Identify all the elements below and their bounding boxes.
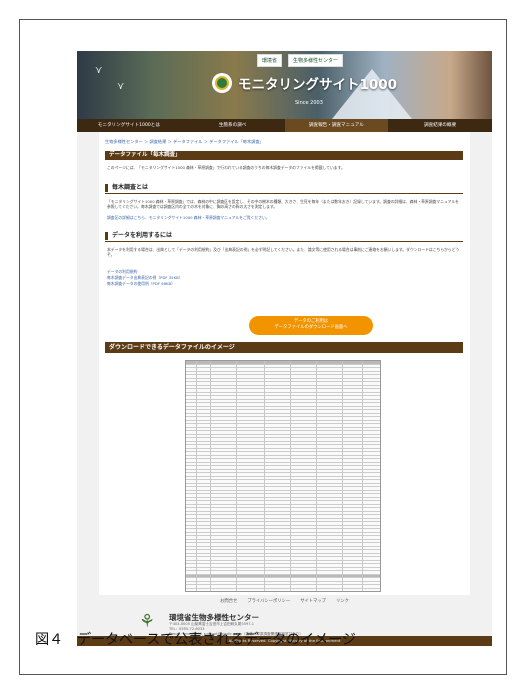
usage-example-link[interactable]: 毎木調査データの使用例（PDF 98KB） [107,281,175,286]
footer-link-privacy[interactable]: プライバシーポリシー [247,595,290,609]
section-divider [105,241,463,242]
site-logo[interactable]: モニタリングサイト1000 [212,73,397,93]
download-button-line2: データファイルのダウンロード画面へ [274,325,348,330]
moe-logo[interactable]: 環境省 [257,54,283,67]
section-heading-survey: 毎木調査とは [105,184,148,192]
bird-icon: ⋎ [95,65,103,76]
survey-description: 「モニタリングサイト1000 森林・草原調査」では、森林の中に調査区を設定し、そ… [107,199,459,210]
nav-item-results[interactable]: 調査結果の概要 [388,119,492,132]
download-button[interactable]: データのご利用は データファイルのダウンロード画面へ [249,316,373,335]
page-title: データファイル「毎木調査」 [105,151,463,160]
bird-icon: ⋎ [117,81,125,92]
section-heading-usage: データを利用するには [105,232,172,240]
usage-description: 本データを利用する場合は、出典として「データの利用規約」及び「出典表記の例」を必… [107,247,460,258]
biodiversity-center-logo[interactable]: 生物多様性センター [288,54,344,67]
nav-item-about[interactable]: モニタリングサイト1000とは [77,119,181,132]
eye-logo-icon [212,73,232,93]
nav-item-ecosystems[interactable]: 生態系の調べ [181,119,285,132]
header-banner: ⋎ ⋎ 環境省 生物多様性センター モニタリングサイト1000 Since 20… [77,51,492,119]
footer-link-contact[interactable]: お問合せ [220,595,237,609]
intro-text: このページには、「モニタリングサイト1000 森林・草原調査」で行われている調査… [107,165,345,170]
site-since: Since 2003 [295,100,323,106]
citation-example-link[interactable]: 毎木調査データ出典表記の例（PDF 35KB） [107,275,182,280]
breadcrumb[interactable]: 生物多様性センター ＞ 調査結果 ＞ データファイル ＞ データファイル「毎木調… [105,139,264,145]
section-divider [105,193,463,194]
spreadsheet-image [185,360,381,592]
main-content: 生物多様性センター ＞ 調査結果 ＞ データファイル ＞ データファイル「毎木調… [99,132,470,595]
figure-frame: ⋎ ⋎ 環境省 生物多様性センター モニタリングサイト1000 Since 20… [19,19,507,675]
survey-manual-link[interactable]: 調査区の詳細はこちら、モニタリングサイト1000 森林・草原調査マニュアルをご覧… [107,215,270,220]
website-screenshot: ⋎ ⋎ 環境省 生物多様性センター モニタリングサイト1000 Since 20… [77,51,492,646]
footer-link-links[interactable]: リンク [336,595,349,609]
terms-link[interactable]: データの利用規約 [107,269,137,274]
image-section-heading: ダウンロードできるデータファイルのイメージ [105,342,463,353]
site-title: モニタリングサイト1000 [238,77,398,93]
footer-link-sitemap[interactable]: サイトマップ [300,595,326,609]
global-nav: モニタリングサイト1000とは 生態系の調べ 調査報告・調査マニュアル 調査結果… [77,119,492,132]
footer-links: お問合せ プライバシーポリシー サイトマップ リンク [77,595,492,609]
figure-caption: 図４ データベースで公表されるデータのイメージ [35,632,356,648]
ministry-logos[interactable]: 環境省 生物多様性センター [257,54,344,67]
nav-item-reports[interactable]: 調査報告・調査マニュアル [284,119,389,132]
